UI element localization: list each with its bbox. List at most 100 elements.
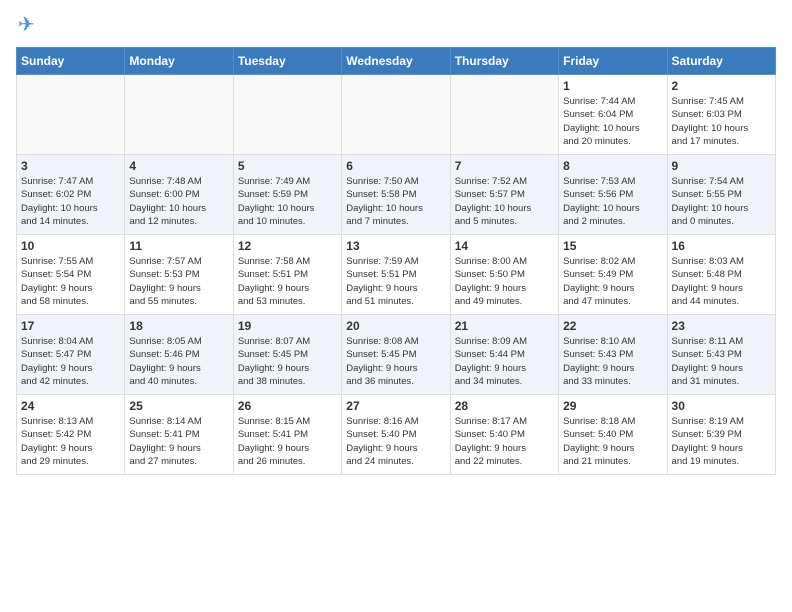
calendar-week-1: 1 Sunrise: 7:44 AM Sunset: 6:04 PM Daylig… [17, 75, 776, 155]
calendar-cell: 4 Sunrise: 7:48 AM Sunset: 6:00 PM Daylig… [125, 155, 233, 235]
day-info: Sunrise: 7:52 AM Sunset: 5:57 PM Dayligh… [455, 175, 554, 228]
calendar-week-2: 3 Sunrise: 7:47 AM Sunset: 6:02 PM Daylig… [17, 155, 776, 235]
calendar-cell: 9 Sunrise: 7:54 AM Sunset: 5:55 PM Daylig… [667, 155, 775, 235]
weekday-header-wednesday: Wednesday [342, 48, 450, 75]
calendar-cell [342, 75, 450, 155]
calendar-cell: 5 Sunrise: 7:49 AM Sunset: 5:59 PM Daylig… [233, 155, 341, 235]
calendar-cell: 7 Sunrise: 7:52 AM Sunset: 5:57 PM Daylig… [450, 155, 558, 235]
calendar-cell: 15 Sunrise: 8:02 AM Sunset: 5:49 PM Dayli… [559, 235, 667, 315]
day-info: Sunrise: 8:17 AM Sunset: 5:40 PM Dayligh… [455, 415, 554, 468]
day-number: 3 [21, 159, 120, 173]
day-info: Sunrise: 7:48 AM Sunset: 6:00 PM Dayligh… [129, 175, 228, 228]
calendar-week-3: 10Sunrise: 7:55 AM Sunset: 5:54 PM Dayli… [17, 235, 776, 315]
day-number: 1 [563, 79, 662, 93]
day-info: Sunrise: 7:59 AM Sunset: 5:51 PM Dayligh… [346, 255, 445, 308]
weekday-header-row: SundayMondayTuesdayWednesdayThursdayFrid… [17, 48, 776, 75]
day-info: Sunrise: 8:05 AM Sunset: 5:46 PM Dayligh… [129, 335, 228, 388]
calendar-cell [450, 75, 558, 155]
weekday-header-friday: Friday [559, 48, 667, 75]
calendar-cell [233, 75, 341, 155]
calendar-cell: 28 Sunrise: 8:17 AM Sunset: 5:40 PM Dayli… [450, 395, 558, 475]
day-number: 2 [672, 79, 771, 93]
day-number: 9 [672, 159, 771, 173]
day-info: Sunrise: 8:14 AM Sunset: 5:41 PM Dayligh… [129, 415, 228, 468]
day-info: Sunrise: 8:03 AM Sunset: 5:48 PM Dayligh… [672, 255, 771, 308]
calendar-cell: 10Sunrise: 7:55 AM Sunset: 5:54 PM Dayli… [17, 235, 125, 315]
day-number: 12 [238, 239, 337, 253]
day-number: 18 [129, 319, 228, 333]
day-number: 13 [346, 239, 445, 253]
calendar-cell: 13 Sunrise: 7:59 AM Sunset: 5:51 PM Dayli… [342, 235, 450, 315]
calendar-cell: 18 Sunrise: 8:05 AM Sunset: 5:46 PM Dayli… [125, 315, 233, 395]
calendar-table: SundayMondayTuesdayWednesdayThursdayFrid… [16, 47, 776, 475]
day-number: 29 [563, 399, 662, 413]
day-number: 20 [346, 319, 445, 333]
day-info: Sunrise: 8:02 AM Sunset: 5:49 PM Dayligh… [563, 255, 662, 308]
day-number: 8 [563, 159, 662, 173]
calendar-cell: 3 Sunrise: 7:47 AM Sunset: 6:02 PM Daylig… [17, 155, 125, 235]
calendar-cell: 6 Sunrise: 7:50 AM Sunset: 5:58 PM Daylig… [342, 155, 450, 235]
calendar-cell: 24 Sunrise: 8:13 AM Sunset: 5:42 PM Dayli… [17, 395, 125, 475]
day-info: Sunrise: 7:57 AM Sunset: 5:53 PM Dayligh… [129, 255, 228, 308]
day-info: Sunrise: 8:13 AM Sunset: 5:42 PM Dayligh… [21, 415, 120, 468]
day-number: 23 [672, 319, 771, 333]
day-number: 27 [346, 399, 445, 413]
calendar-cell: 30 Sunrise: 8:19 AM Sunset: 5:39 PM Dayli… [667, 395, 775, 475]
weekday-header-thursday: Thursday [450, 48, 558, 75]
calendar-week-5: 24 Sunrise: 8:13 AM Sunset: 5:42 PM Dayli… [17, 395, 776, 475]
calendar-cell: 20 Sunrise: 8:08 AM Sunset: 5:45 PM Dayli… [342, 315, 450, 395]
day-number: 30 [672, 399, 771, 413]
day-number: 7 [455, 159, 554, 173]
day-info: Sunrise: 7:50 AM Sunset: 5:58 PM Dayligh… [346, 175, 445, 228]
day-info: Sunrise: 8:10 AM Sunset: 5:43 PM Dayligh… [563, 335, 662, 388]
day-number: 11 [129, 239, 228, 253]
calendar-cell: 8 Sunrise: 7:53 AM Sunset: 5:56 PM Daylig… [559, 155, 667, 235]
calendar-cell: 1 Sunrise: 7:44 AM Sunset: 6:04 PM Daylig… [559, 75, 667, 155]
calendar-cell: 23 Sunrise: 8:11 AM Sunset: 5:43 PM Dayli… [667, 315, 775, 395]
logo: ✈ [16, 16, 35, 37]
weekday-header-monday: Monday [125, 48, 233, 75]
day-info: Sunrise: 7:47 AM Sunset: 6:02 PM Dayligh… [21, 175, 120, 228]
day-number: 17 [21, 319, 120, 333]
day-number: 16 [672, 239, 771, 253]
day-number: 15 [563, 239, 662, 253]
calendar-cell: 16 Sunrise: 8:03 AM Sunset: 5:48 PM Dayli… [667, 235, 775, 315]
day-info: Sunrise: 8:19 AM Sunset: 5:39 PM Dayligh… [672, 415, 771, 468]
calendar-cell: 12Sunrise: 7:58 AM Sunset: 5:51 PM Dayli… [233, 235, 341, 315]
day-info: Sunrise: 8:08 AM Sunset: 5:45 PM Dayligh… [346, 335, 445, 388]
calendar-week-4: 17 Sunrise: 8:04 AM Sunset: 5:47 PM Dayli… [17, 315, 776, 395]
day-number: 6 [346, 159, 445, 173]
calendar-cell: 29Sunrise: 8:18 AM Sunset: 5:40 PM Dayli… [559, 395, 667, 475]
day-info: Sunrise: 8:11 AM Sunset: 5:43 PM Dayligh… [672, 335, 771, 388]
day-number: 21 [455, 319, 554, 333]
day-info: Sunrise: 7:44 AM Sunset: 6:04 PM Dayligh… [563, 95, 662, 148]
day-info: Sunrise: 7:54 AM Sunset: 5:55 PM Dayligh… [672, 175, 771, 228]
day-info: Sunrise: 8:07 AM Sunset: 5:45 PM Dayligh… [238, 335, 337, 388]
day-info: Sunrise: 7:53 AM Sunset: 5:56 PM Dayligh… [563, 175, 662, 228]
day-number: 25 [129, 399, 228, 413]
calendar-cell: 25 Sunrise: 8:14 AM Sunset: 5:41 PM Dayli… [125, 395, 233, 475]
day-info: Sunrise: 7:45 AM Sunset: 6:03 PM Dayligh… [672, 95, 771, 148]
weekday-header-tuesday: Tuesday [233, 48, 341, 75]
calendar-cell: 27Sunrise: 8:16 AM Sunset: 5:40 PM Dayli… [342, 395, 450, 475]
calendar-cell: 14Sunrise: 8:00 AM Sunset: 5:50 PM Dayli… [450, 235, 558, 315]
calendar-cell [125, 75, 233, 155]
day-info: Sunrise: 7:55 AM Sunset: 5:54 PM Dayligh… [21, 255, 120, 308]
calendar-cell: 19Sunrise: 8:07 AM Sunset: 5:45 PM Dayli… [233, 315, 341, 395]
day-info: Sunrise: 7:49 AM Sunset: 5:59 PM Dayligh… [238, 175, 337, 228]
day-info: Sunrise: 8:15 AM Sunset: 5:41 PM Dayligh… [238, 415, 337, 468]
calendar-cell: 22Sunrise: 8:10 AM Sunset: 5:43 PM Dayli… [559, 315, 667, 395]
weekday-header-saturday: Saturday [667, 48, 775, 75]
day-number: 26 [238, 399, 337, 413]
day-number: 24 [21, 399, 120, 413]
day-number: 4 [129, 159, 228, 173]
page-header: ✈ [16, 16, 776, 37]
day-number: 28 [455, 399, 554, 413]
calendar-cell: 2 Sunrise: 7:45 AM Sunset: 6:03 PM Daylig… [667, 75, 775, 155]
calendar-cell [17, 75, 125, 155]
day-number: 5 [238, 159, 337, 173]
calendar-cell: 26 Sunrise: 8:15 AM Sunset: 5:41 PM Dayli… [233, 395, 341, 475]
day-info: Sunrise: 8:00 AM Sunset: 5:50 PM Dayligh… [455, 255, 554, 308]
calendar-cell: 11 Sunrise: 7:57 AM Sunset: 5:53 PM Dayli… [125, 235, 233, 315]
day-info: Sunrise: 8:04 AM Sunset: 5:47 PM Dayligh… [21, 335, 120, 388]
